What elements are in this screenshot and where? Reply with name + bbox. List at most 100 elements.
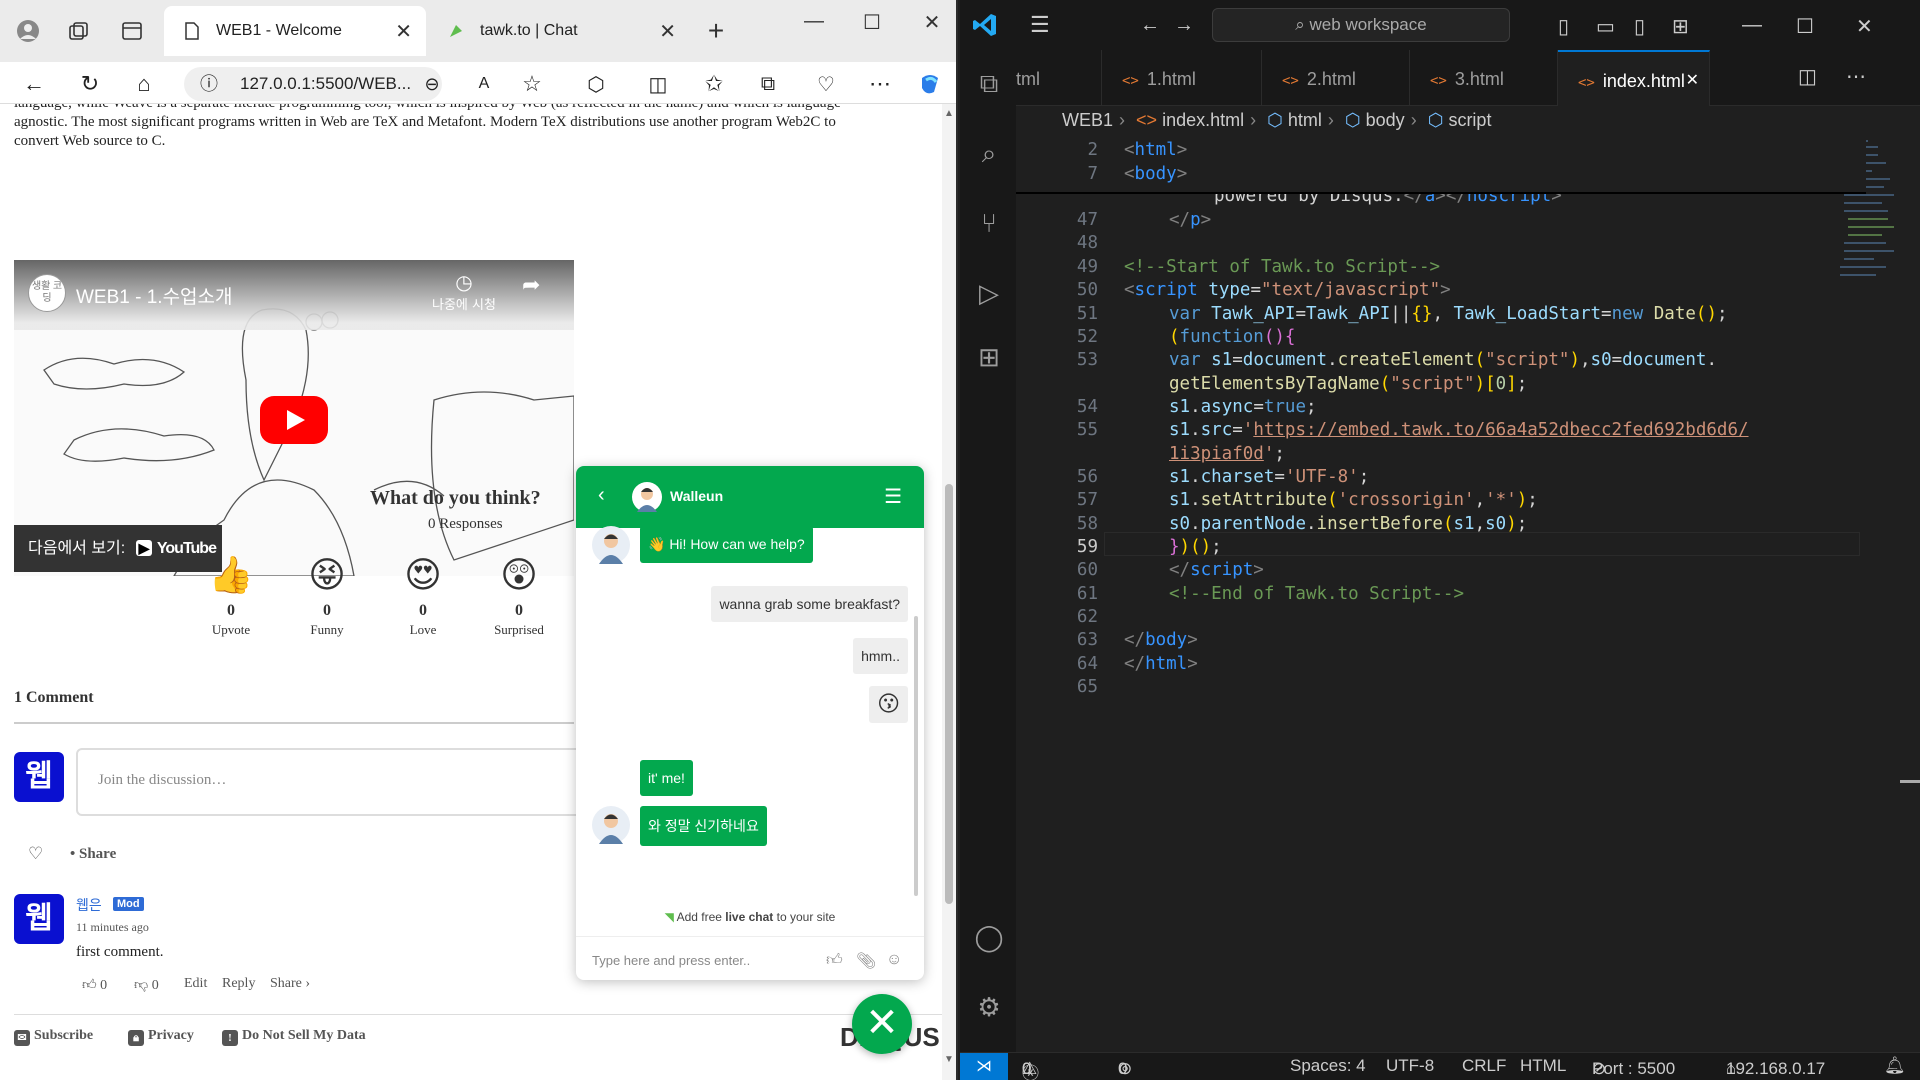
extensions-icon[interactable]: ⊞ — [972, 340, 1006, 374]
comment-time[interactable]: 11 minutes ago — [76, 920, 149, 935]
remote-icon[interactable]: ⋊ — [960, 1053, 1008, 1080]
maximize-icon[interactable]: ☐ — [852, 10, 892, 40]
nav-back-icon[interactable]: ← — [1140, 14, 1160, 37]
do-not-sell-link[interactable]: ! Do Not Sell My Data — [222, 1028, 366, 1046]
share-link[interactable]: • Share — [70, 846, 116, 863]
reply-link[interactable]: Reply — [222, 976, 255, 992]
minimize-icon[interactable]: — — [1742, 14, 1762, 37]
breadcrumb-item[interactable]: html — [1288, 110, 1322, 130]
toggle-secondary-sidebar-icon[interactable]: ▯ — [1634, 14, 1645, 39]
chat-input[interactable]: Type here and press enter.. 👍︎ 📎︎ ☺ — [576, 936, 924, 980]
subscribe-link[interactable]: ✉ Subscribe — [14, 1028, 93, 1046]
language-indicator[interactable]: HTML — [1520, 1056, 1566, 1076]
watch-later-button[interactable]: ◷ 나중에 시청 — [432, 270, 496, 313]
close-window-icon[interactable]: ✕ — [912, 10, 952, 40]
back-chevron-icon[interactable]: ‹ — [598, 484, 605, 507]
sticky-scroll[interactable]: 2 <html> 7 <body> — [1016, 136, 1866, 194]
toggle-panel-icon[interactable]: ▭ — [1596, 14, 1615, 39]
settings-gear-icon[interactable]: ⚙ — [972, 990, 1006, 1024]
thumbs-up-icon[interactable]: 👍︎ — [826, 951, 843, 970]
heart-icon[interactable]: ♡ — [28, 844, 43, 864]
avatar[interactable]: 웹 — [14, 752, 64, 802]
attachment-icon[interactable]: 📎︎ — [856, 951, 876, 971]
scroll-down-icon[interactable]: ▼ — [944, 1054, 954, 1065]
downvote-button[interactable]: 👎︎ 0 — [134, 976, 159, 994]
menu-icon[interactable]: ☰ — [1030, 12, 1050, 38]
video-title[interactable]: WEB1 - 1.수업소개 — [76, 282, 233, 309]
eol-indicator[interactable]: CRLF — [1462, 1056, 1506, 1076]
toggle-sidebar-icon[interactable]: ▯ — [1558, 14, 1569, 39]
breadcrumb-item[interactable]: index.html — [1162, 110, 1244, 130]
command-center[interactable]: ⌕ web workspace — [1212, 8, 1510, 42]
explorer-icon[interactable]: ⧉ — [972, 66, 1006, 100]
accounts-icon[interactable]: ◯ — [972, 920, 1006, 954]
source-control-icon[interactable]: ⑂ — [972, 206, 1006, 240]
zoom-icon[interactable]: ⊖ — [418, 70, 446, 98]
close-tab-icon[interactable]: ✕ — [395, 19, 412, 44]
privacy-link[interactable]: 🔒︎ Privacy — [128, 1028, 194, 1046]
run-debug-icon[interactable]: ▷ — [972, 276, 1006, 310]
tab-index-html[interactable]: <> index.html ✕ — [1558, 50, 1710, 106]
play-button[interactable] — [260, 396, 328, 444]
encoding-indicator[interactable]: UTF-8 — [1386, 1056, 1434, 1076]
reaction-love[interactable]: 😍 0 Love — [383, 554, 463, 638]
comment-share-link[interactable]: Share › — [270, 976, 310, 992]
extensions-icon[interactable]: ⬡ — [582, 70, 610, 98]
upvote-button[interactable]: 👍︎ 0 — [82, 976, 107, 994]
back-icon[interactable]: ← — [20, 70, 48, 98]
breadcrumb-item[interactable]: body — [1366, 110, 1405, 130]
tab-3-html[interactable]: <> 3.html — [1410, 50, 1558, 106]
breadcrumb-item[interactable]: script — [1448, 110, 1491, 130]
favorite-star-icon[interactable]: ☆ — [518, 70, 546, 98]
indentation-indicator[interactable]: Spaces: 4 — [1290, 1056, 1366, 1076]
browser-essentials-icon[interactable]: ♡ — [812, 70, 840, 98]
maximize-icon[interactable]: ☐ — [1796, 14, 1814, 39]
tab-tml[interactable]: tml — [1016, 50, 1102, 106]
editor-scrollbar[interactable] — [1900, 136, 1920, 1046]
workspaces-icon[interactable] — [64, 17, 92, 45]
page-scrollbar[interactable]: ▲ ▼ — [942, 104, 956, 1080]
breadcrumb-item[interactable]: WEB1 — [1062, 110, 1113, 130]
info-icon[interactable]: ⓘ — [200, 67, 218, 101]
split-editor-icon[interactable]: ◫ — [1798, 64, 1817, 89]
tab-2-html[interactable]: <> 2.html — [1262, 50, 1410, 106]
collections-icon[interactable]: ⧉ — [754, 70, 782, 98]
new-tab-icon[interactable]: + — [702, 15, 730, 46]
tawk-branding-link[interactable]: ◥ Add free live chat to your site — [576, 910, 924, 924]
commenter-name[interactable]: 웹은 — [76, 895, 102, 915]
reaction-upvote[interactable]: 👍 0 Upvote — [191, 554, 271, 638]
split-screen-icon[interactable]: ◫ — [644, 70, 672, 98]
close-tab-icon[interactable]: ✕ — [659, 19, 676, 44]
edit-link[interactable]: Edit — [184, 976, 207, 992]
close-chat-button[interactable]: ✕ — [852, 994, 912, 1054]
browser-tab-web1[interactable]: WEB1 - Welcome ✕ — [164, 6, 426, 56]
share-icon[interactable]: ➦ — [522, 272, 540, 298]
emoji-icon[interactable]: ☺ — [886, 951, 902, 969]
commenter-avatar[interactable]: 웹 — [14, 894, 64, 944]
join-discussion-input[interactable]: Join the discussion… — [76, 748, 596, 816]
profile-icon[interactable] — [14, 17, 42, 45]
notifications-bell-icon[interactable]: 🔔︎ — [1884, 1056, 1906, 1076]
favorites-icon[interactable]: ✩ — [700, 70, 728, 98]
code-editor[interactable]: 2 <html> 7 <body> href="https://disqus.c… — [1016, 136, 1876, 1046]
browser-tab-tawk[interactable]: tawk.to | Chat ✕ — [428, 6, 690, 56]
close-tab-icon[interactable]: ✕ — [1686, 52, 1699, 110]
scroll-up-icon[interactable]: ▲ — [944, 108, 954, 119]
copilot-icon[interactable] — [916, 70, 944, 98]
minimize-icon[interactable]: — — [794, 10, 834, 40]
tab-1-html[interactable]: <> 1.html — [1102, 50, 1262, 106]
channel-logo[interactable]: 생활 코딩 — [28, 274, 66, 312]
home-icon[interactable]: ⌂ — [130, 70, 158, 98]
more-icon[interactable]: ⋯ — [866, 70, 894, 98]
chat-scrollbar[interactable] — [914, 616, 918, 896]
reaction-funny[interactable]: 😝 0 Funny — [287, 554, 367, 638]
menu-icon[interactable]: ☰ — [884, 484, 902, 509]
read-aloud-icon[interactable]: A — [470, 70, 498, 98]
customize-layout-icon[interactable]: ⊞ — [1672, 14, 1689, 39]
tab-actions-icon[interactable] — [118, 17, 146, 45]
close-window-icon[interactable]: ✕ — [1856, 14, 1873, 39]
nav-forward-icon[interactable]: → — [1174, 14, 1194, 37]
search-icon[interactable]: ⌕ — [972, 136, 1006, 170]
address-bar[interactable]: ⓘ 127.0.0.1:5500/WEB... — [184, 67, 442, 101]
more-actions-icon[interactable]: ⋯ — [1846, 64, 1866, 89]
